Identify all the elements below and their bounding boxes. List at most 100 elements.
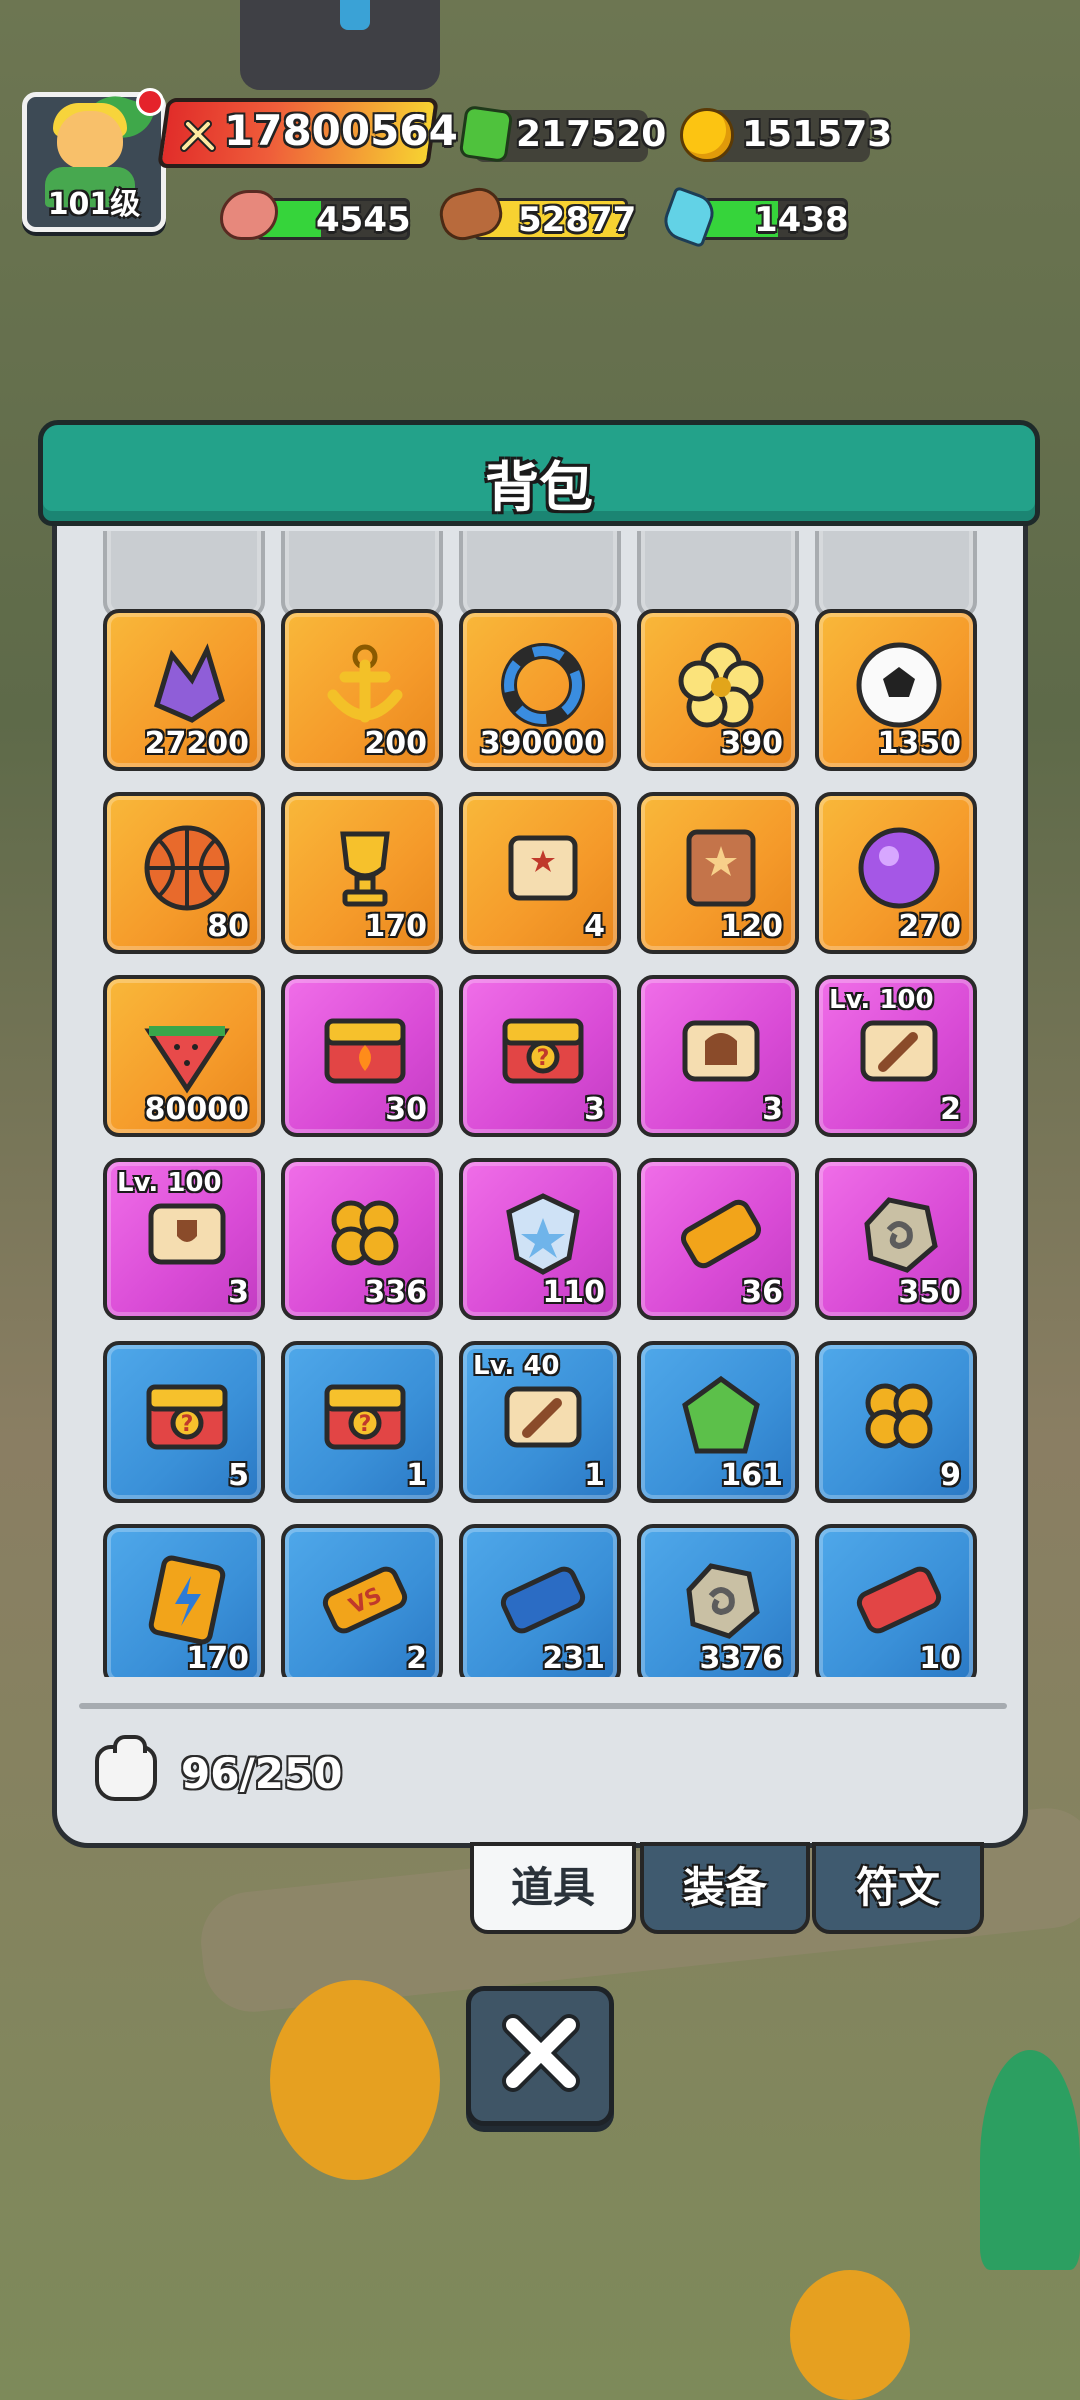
gem-icon <box>458 104 514 164</box>
tab-runes[interactable]: 符文 <box>812 1842 984 1934</box>
fire-chest-icon <box>315 1001 415 1101</box>
item-slot[interactable]: Lv. 40 1 <box>459 1341 621 1503</box>
item-slot-partial[interactable] <box>281 531 443 618</box>
tab-equipment[interactable]: 装备 <box>640 1842 810 1934</box>
red-ticket-icon <box>849 1550 949 1650</box>
item-slot[interactable]: 336 <box>281 1158 443 1320</box>
mystery-chest-icon: ? <box>137 1367 237 1467</box>
item-count: 120 <box>720 909 783 944</box>
item-slot[interactable]: 36 <box>637 1158 799 1320</box>
tree-decoration <box>980 2050 1080 2270</box>
item-count: 1 <box>584 1458 605 1493</box>
gem-value: 217520 <box>516 114 667 155</box>
watermelon-icon <box>137 1001 237 1101</box>
item-count: 10 <box>919 1641 961 1676</box>
item-slot-partial[interactable] <box>637 531 799 618</box>
item-slot[interactable]: 170 <box>103 1524 265 1677</box>
mystery-chest-icon: ? <box>315 1367 415 1467</box>
shield-scroll-icon <box>137 1184 237 1284</box>
item-slot[interactable]: ? 1 <box>281 1341 443 1503</box>
svg-text:?: ? <box>359 1412 372 1437</box>
hero-face <box>57 111 123 169</box>
power-value: 17800564 <box>224 106 458 155</box>
item-slot[interactable]: ? 5 <box>103 1341 265 1503</box>
item-count: 170 <box>364 909 427 944</box>
item-slot[interactable]: Lv. 100 2 <box>815 975 977 1137</box>
item-count: 5 <box>228 1458 249 1493</box>
meat-value: 4545 <box>316 200 411 240</box>
item-slot[interactable]: 350 <box>815 1158 977 1320</box>
item-count: 3 <box>584 1092 605 1127</box>
item-count: 30 <box>385 1092 427 1127</box>
item-grid[interactable]: 27200 200 390000 390 1350 80 170 4 120 270 80000 30… <box>77 531 1011 1677</box>
item-count: 231 <box>542 1641 605 1676</box>
item-count: 9 <box>940 1458 961 1493</box>
item-slot[interactable]: 390 <box>637 609 799 771</box>
coin-icon <box>680 108 734 162</box>
anchor-icon <box>315 635 415 735</box>
item-slot[interactable]: 27200 <box>103 609 265 771</box>
lightning-card-icon <box>137 1550 237 1650</box>
item-count: 4 <box>584 909 605 944</box>
item-slot[interactable]: 3376 <box>637 1524 799 1677</box>
item-slot[interactable]: 231 <box>459 1524 621 1677</box>
item-slot[interactable]: 10 <box>815 1524 977 1677</box>
trophy-icon <box>315 818 415 918</box>
vs-ticket-icon: VS <box>315 1550 415 1650</box>
item-slot-partial[interactable] <box>459 531 621 618</box>
item-count: 36 <box>741 1275 783 1310</box>
svg-text:?: ? <box>537 1046 550 1071</box>
item-slot[interactable]: Lv. 100 3 <box>103 1158 265 1320</box>
item-count: 161 <box>720 1458 783 1493</box>
wood-value: 52877 <box>518 200 637 240</box>
item-count: 2 <box>406 1641 427 1676</box>
item-count: 270 <box>898 909 961 944</box>
close-button[interactable] <box>466 1986 614 2126</box>
tab-items[interactable]: 道具 <box>470 1842 636 1934</box>
flag-decoration <box>340 0 370 30</box>
blue-ticket-icon <box>493 1550 593 1650</box>
item-slot[interactable]: 200 <box>281 609 443 771</box>
rune-stone-icon <box>671 1550 771 1650</box>
item-slot[interactable]: 270 <box>815 792 977 954</box>
close-icon <box>502 2014 580 2092</box>
item-slot[interactable]: 390000 <box>459 609 621 771</box>
item-slot[interactable]: 9 <box>815 1341 977 1503</box>
item-count: 390000 <box>479 726 605 761</box>
item-count: 170 <box>186 1641 249 1676</box>
item-slot[interactable]: 170 <box>281 792 443 954</box>
mystery-chest-icon: ? <box>493 1001 593 1101</box>
notification-dot <box>136 88 164 116</box>
item-slot-partial[interactable] <box>815 531 977 618</box>
panel-header: 背包 <box>38 420 1040 526</box>
item-slot[interactable]: 4 <box>459 792 621 954</box>
item-slot[interactable]: ? 3 <box>459 975 621 1137</box>
item-slot[interactable]: VS 2 <box>281 1524 443 1677</box>
item-slot[interactable]: 1350 <box>815 609 977 771</box>
basketball-icon <box>137 818 237 918</box>
sword-scroll-icon <box>493 1367 593 1467</box>
backpack-panel: 27200 200 390000 390 1350 80 170 4 120 270 80000 30… <box>52 486 1028 1848</box>
item-level-label: Lv. 100 <box>829 985 934 1015</box>
ring-icon <box>493 635 593 735</box>
player-level: 101级 <box>47 187 141 222</box>
item-slot-partial[interactable] <box>103 531 265 618</box>
item-slot[interactable]: 161 <box>637 1341 799 1503</box>
item-count: 1 <box>406 1458 427 1493</box>
item-slot[interactable]: 80000 <box>103 975 265 1137</box>
tree-decoration <box>270 1980 440 2180</box>
item-slot[interactable]: 3 <box>637 975 799 1137</box>
power-icon <box>180 120 216 152</box>
item-slot[interactable]: 80 <box>103 792 265 954</box>
item-count: 27200 <box>144 726 249 761</box>
coin-value: 151573 <box>742 114 893 155</box>
item-slot[interactable]: 30 <box>281 975 443 1137</box>
item-count: 3 <box>228 1275 249 1310</box>
item-slot[interactable]: 110 <box>459 1158 621 1320</box>
item-count: 336 <box>364 1275 427 1310</box>
purple-orb-icon <box>849 818 949 918</box>
item-count: 80 <box>207 909 249 944</box>
item-slot[interactable]: 120 <box>637 792 799 954</box>
purple-crystal-icon <box>137 635 237 735</box>
sword-scroll-icon <box>849 1001 949 1101</box>
